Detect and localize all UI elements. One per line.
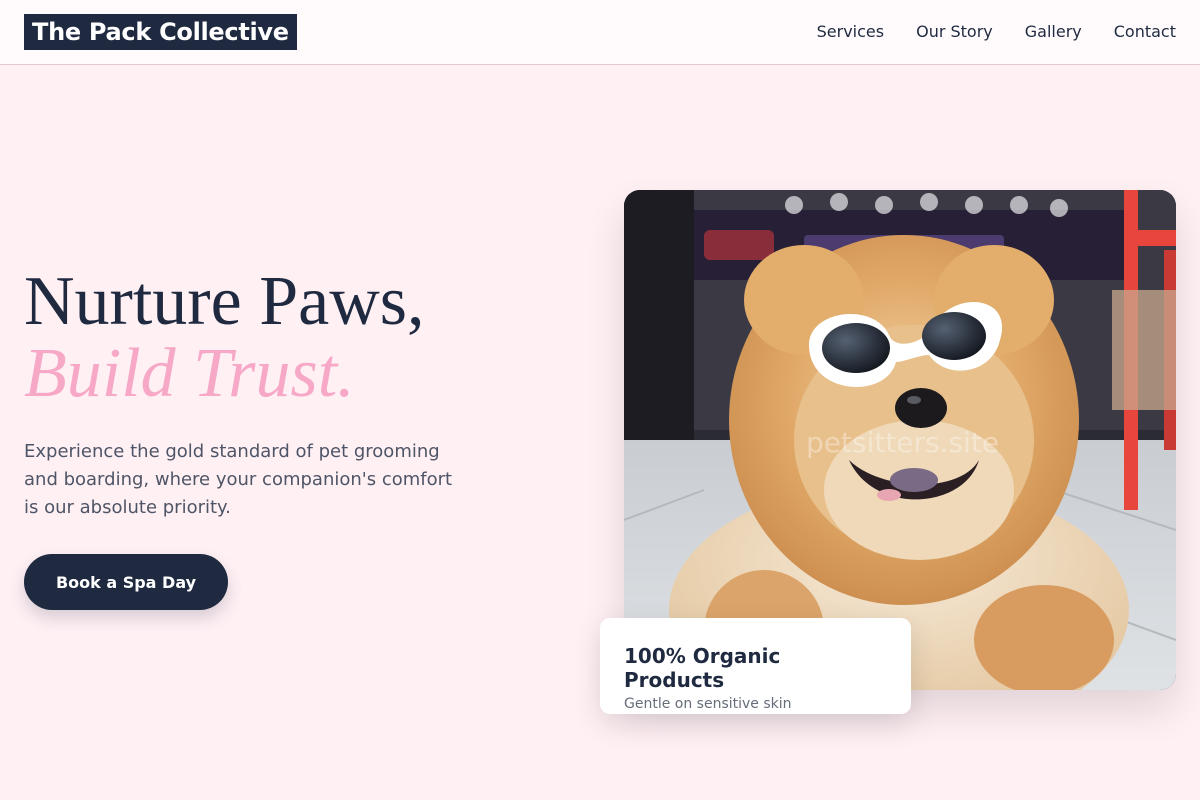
brand-logo[interactable]: The Pack Collective [24,14,297,50]
hero-title: Nurture Paws, Build Trust. [24,266,564,410]
top-navbar: The Pack Collective Services Our Story G… [0,0,1200,65]
nav-link-contact[interactable]: Contact [1114,22,1176,41]
badge-subtitle: Gentle on sensitive skin [624,696,792,712]
nav-link-gallery[interactable]: Gallery [1025,22,1082,41]
main-nav: Services Our Story Gallery Contact [817,0,1176,62]
book-spa-day-button[interactable]: Book a Spa Day [24,554,228,610]
hero-title-line1: Nurture Paws, [24,263,425,340]
hero-dog-photo: petsitters.site [624,190,1176,690]
nav-link-our-story[interactable]: Our Story [916,22,993,41]
organic-products-badge: 100% Organic Products Gentle on sensitiv… [600,618,911,714]
hero-description: Experience the gold standard of pet groo… [24,441,453,518]
badge-title: 100% Organic Products [624,644,781,692]
hero-title-line2: Build Trust. [24,335,355,412]
nav-link-services[interactable]: Services [817,22,884,41]
photo-watermark: petsitters.site [806,426,1000,459]
